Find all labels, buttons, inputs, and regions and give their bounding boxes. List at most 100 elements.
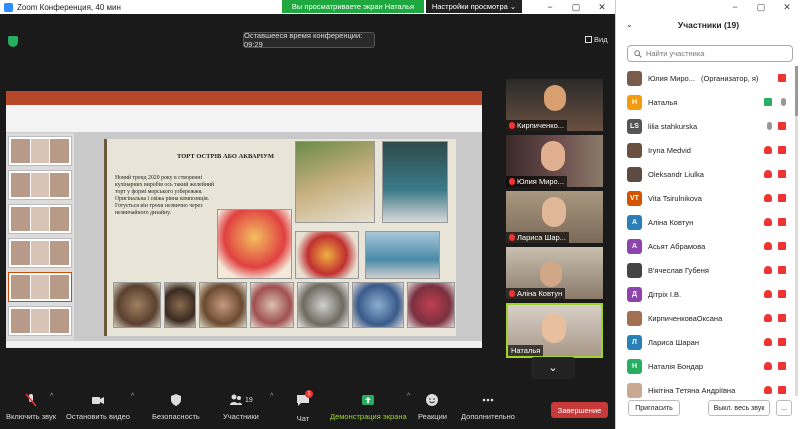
participant-row[interactable]: Д Дітріх І.В. [616,282,794,306]
security-button[interactable]: Безопасность [152,393,200,421]
participants-options-caret[interactable]: ^ [270,393,273,400]
participant-name: Наталія Бондар [648,361,704,371]
video-off-icon [778,242,786,250]
participant-name: Vita Tsirulnikova [648,193,702,203]
mic-muted-icon [764,338,772,346]
avatar [627,70,642,86]
chat-badge: 1 [305,390,313,398]
participant-row[interactable]: Нікітіна Тетяна Андріївна [616,378,794,402]
unmute-button[interactable]: Включить звук [6,393,56,421]
participant-row[interactable]: КирпиченковаОксана [616,306,794,330]
end-meeting-button[interactable]: Завершение [551,402,608,418]
participant-name: lilia stahkurska [648,121,698,131]
security-shield-icon[interactable] [8,36,18,47]
video-tile-active-speaker[interactable]: Наталья [506,303,603,358]
participant-row[interactable]: В'ячеслав Губеня [616,258,794,282]
participants-button[interactable]: 19 Участники [223,393,259,421]
search-icon [634,49,642,58]
share-screen-button[interactable]: Демонстрация экрана [330,393,407,421]
mic-muted-icon [509,290,515,297]
cake-photo [295,141,375,223]
meeting-timer: Оставшееся время конференции: 09:29 [243,31,375,49]
participant-name: Iryna Medvid [648,145,691,155]
panel-title: Участники (19) [677,20,740,30]
participant-row[interactable]: А Аліна Ковтун [616,210,794,234]
participant-row[interactable]: А Асьят Абрамова [616,234,794,258]
slide-thumbnail[interactable] [8,238,72,268]
participant-row[interactable]: Л Лариса Шаран [616,330,794,354]
slide-thumbnail[interactable] [8,204,72,234]
invite-button[interactable]: Пригласить [628,400,680,416]
participant-row[interactable]: Н Наталія Бондар [616,354,794,378]
video-options-caret[interactable]: ^ [131,393,134,400]
mic-muted-icon [764,314,772,322]
view-options-button[interactable]: Настройки просмотра ⌄ [426,0,522,13]
avatar: А [627,214,642,230]
reactions-button[interactable]: Реакции [418,393,447,421]
mic-muted-icon [509,122,515,129]
video-tile[interactable]: Юлия Миро... [506,135,603,187]
participant-row[interactable]: Юлия Миро... (Организатор, я) [616,66,794,90]
scrollbar[interactable] [795,66,798,396]
cake-photo [199,282,247,328]
mic-muted-icon [764,290,772,298]
video-camera-icon [91,397,104,404]
maximize-icon[interactable]: ▢ [563,0,589,14]
avatar [541,141,565,171]
participant-row[interactable]: Н Наталья [616,90,794,114]
participant-role: (Организатор, я) [700,73,759,83]
video-tile[interactable]: Кирпиченко... [506,79,603,131]
slide-thumbnail[interactable] [8,136,72,166]
close-icon[interactable]: ✕ [774,0,800,14]
unmute-label: Включить звук [6,412,57,421]
more-icon [482,398,494,402]
video-off-icon [778,146,786,154]
avatar [540,261,562,287]
cake-photo [382,141,448,223]
mic-muted-icon [764,218,772,226]
slide-thumbnail[interactable] [8,306,72,336]
avatar: Н [627,94,642,110]
meeting-toolbar: Включить звук ^ Остановить видео ^ Безоп… [0,390,615,429]
participant-row[interactable]: Iryna Medvid [616,138,794,162]
more-button[interactable]: Дополнительно [461,393,515,421]
slide-thumbnail[interactable] [8,170,72,200]
minimize-icon[interactable]: − [537,0,563,14]
mic-icon [764,74,772,82]
participant-search-input[interactable]: Найти участника [627,45,793,62]
slide-thumbnail-selected[interactable] [8,272,72,302]
chevron-down-icon[interactable]: ⌄ [531,357,575,379]
video-tile[interactable]: Лариса Шар... [506,191,603,243]
video-off-icon [778,314,786,322]
stop-video-button[interactable]: Остановить видео [66,393,130,421]
video-off-icon [778,338,786,346]
avatar: Д [627,286,642,302]
minimize-icon[interactable]: − [722,0,748,14]
avatar [544,85,566,111]
mute-all-button[interactable]: Выкл. весь звук [708,400,770,416]
participants-label: Участники [223,412,259,421]
mic-muted-icon [509,234,515,241]
view-button[interactable]: Вид [585,35,608,44]
maximize-icon[interactable]: ▢ [748,0,774,14]
participant-row[interactable]: VT Vita Tsirulnikova [616,186,794,210]
panel-window-controls: − ▢ ✕ [722,0,800,14]
cake-photo [217,209,292,279]
audio-options-caret[interactable]: ^ [50,393,53,400]
avatar [627,142,642,158]
mic-muted-icon [764,194,772,202]
more-options-button[interactable]: ... [776,400,792,416]
share-options-caret[interactable]: ^ [407,393,410,400]
mic-muted-icon [764,242,772,250]
mic-on-icon [781,98,786,106]
participant-row[interactable]: LS lilia stahkurska [616,114,794,138]
video-tile-name: Наталья [511,346,541,355]
chat-button[interactable]: 1 Чат [296,390,313,423]
video-tile[interactable]: Аліна Ковтун [506,247,603,299]
participant-name: Лариса Шаран [648,337,699,347]
slide-thumbnails[interactable] [6,133,74,340]
participant-row[interactable]: Oleksandr Liulka [616,162,794,186]
reactions-label: Реакции [418,412,447,421]
stop-video-label: Остановить видео [66,412,130,421]
close-icon[interactable]: ✕ [589,0,615,14]
